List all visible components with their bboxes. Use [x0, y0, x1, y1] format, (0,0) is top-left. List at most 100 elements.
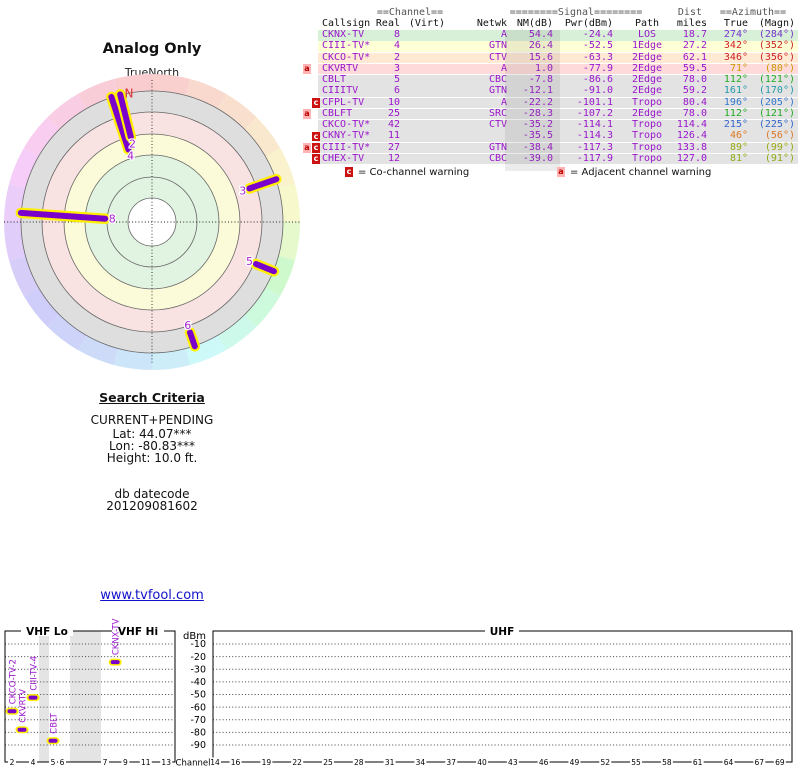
search-criteria-title: Search Criteria: [99, 390, 205, 405]
uhf-plot-box: [212, 630, 793, 763]
cell-az_true: 81°: [729, 152, 748, 164]
channel-tick-label: 19: [262, 758, 272, 767]
spectrum-chart: -10-20-30-40-50-60-70-80-90VHF Lo VHF Hi U…: [4, 618, 793, 768]
cell-netwk: SRC: [488, 107, 507, 119]
channel-tick-label: 16: [231, 758, 241, 767]
cell-pwr: -107.2: [576, 107, 613, 119]
station-label: CBLT: [50, 712, 60, 733]
channel-tick-label: 46: [539, 758, 549, 767]
channel-number-label: 8: [109, 213, 116, 226]
cell-pwr: -63.3: [582, 51, 613, 63]
station-label: CKVRTV: [19, 689, 29, 723]
channel-tick-label: 64: [724, 758, 734, 767]
channel-tick-label: 11: [141, 758, 151, 767]
dbm-tick-label: -50: [190, 690, 206, 701]
cell-real: 6: [393, 85, 400, 97]
channel-tick-label: 43: [508, 758, 518, 767]
channel-axis-label: Channel: [176, 759, 211, 768]
channel-number-label: 3: [239, 184, 246, 197]
cell-real: 2: [393, 51, 400, 63]
channel-tick-label: 58: [662, 758, 672, 767]
cell-netwk: GTN: [488, 85, 507, 97]
cell-az_magn: (352°): [758, 40, 795, 52]
cell-miles: 27.2: [682, 40, 707, 52]
cell-pwr: -114.1: [576, 119, 613, 130]
co-channel-warning-icon: c: [312, 143, 320, 153]
cell-az_magn: (56°): [764, 130, 795, 142]
cell-pwr: -101.1: [576, 96, 613, 108]
cell-pwr: -114.3: [576, 130, 613, 142]
channel-number-label: 2: [129, 137, 136, 150]
magnetic-north-label: N: [125, 87, 134, 101]
cell-miles: 127.0: [676, 152, 707, 164]
band-section-label: UHF: [490, 626, 515, 638]
channel-tick-label: 25: [323, 758, 333, 767]
signal-table: ==Channel== ========Signal======== Dist …: [300, 6, 800, 188]
cell-netwk: CBC: [488, 74, 507, 85]
cell-pwr: -117.9: [576, 152, 613, 164]
search-mode: CURRENT+PENDING: [90, 413, 214, 427]
station-marker: [7, 709, 17, 714]
cell-az_true: 89°: [729, 141, 748, 153]
radar-polar-plot: 8 42 3 5 6 N: [4, 74, 300, 370]
dbm-axis-label: dBm: [183, 631, 206, 642]
antenna-height-value: Height: 10.0 ft.: [106, 451, 198, 465]
cell-az_true: 342°: [723, 40, 748, 52]
channel-number-label: 5: [246, 255, 253, 268]
cell-az_magn: (284°): [758, 29, 795, 40]
station-marker: [48, 738, 58, 743]
dbm-tick-label: -40: [190, 677, 206, 688]
cell-az_magn: (99°): [764, 141, 795, 153]
cell-az_true: 196°: [723, 96, 748, 108]
channel-tick-label: 5: [51, 758, 56, 767]
cell-pwr: -52.5: [582, 40, 613, 52]
cell-az_magn: (80°): [764, 62, 795, 74]
cell-miles: 18.7: [682, 29, 707, 40]
cell-az_true: 274°: [723, 29, 748, 40]
cell-real: 4: [393, 40, 400, 52]
cell-netwk: CTV: [488, 51, 507, 63]
channel-tick-label: 7: [103, 758, 108, 767]
nm-column-shade: [505, 30, 560, 171]
cell-real: 27: [387, 141, 400, 153]
cell-pwr: -24.4: [582, 29, 613, 40]
cell-miles: 126.4: [676, 130, 707, 142]
fm-band-gap: [70, 631, 101, 762]
cell-az_magn: (225°): [758, 119, 795, 130]
tvfool-link[interactable]: www.tvfool.com: [27, 588, 277, 603]
channel-tick-label: 28: [354, 758, 364, 767]
radar-title: Analog Only: [102, 41, 202, 57]
band-section-label: VHF Hi: [118, 626, 158, 638]
channel-tick-label: 37: [446, 758, 456, 767]
channel-tick-label: 52: [600, 758, 610, 767]
cell-az_true: 46°: [729, 130, 748, 142]
channel-tick-label: 14: [210, 758, 220, 767]
co-channel-warning-icon: c: [345, 167, 353, 177]
cell-netwk: A: [500, 29, 507, 40]
channel-tick-label: 13: [161, 758, 171, 767]
dbm-tick-label: -80: [190, 728, 206, 739]
channel-tick-label: 40: [477, 758, 487, 767]
cell-netwk: GTN: [488, 40, 507, 52]
cell-az_true: 112°: [723, 74, 748, 85]
cell-pwr: -77.9: [582, 62, 613, 74]
station-marker: [17, 727, 27, 732]
station-label: CKNX-TV: [112, 618, 122, 655]
co-channel-warning-label: = Co-channel warning: [358, 167, 470, 178]
cell-netwk: CTV: [488, 119, 507, 130]
cell-real: 5: [393, 74, 400, 85]
cell-az_true: 71°: [729, 62, 748, 74]
cell-pwr: -86.6: [582, 74, 613, 85]
dbm-tick-label: -30: [190, 664, 206, 675]
dbm-tick-label: -60: [190, 702, 206, 713]
cell-miles: 59.5: [682, 62, 707, 74]
col-header-netwk: Netwk: [476, 18, 507, 29]
cell-real: 12: [387, 152, 400, 164]
co-channel-warning-icon: c: [312, 154, 320, 164]
channel-tick-label: 49: [570, 758, 580, 767]
channel-tick-label: 6: [60, 758, 65, 767]
adjacent-channel-warning-label: = Adjacent channel warning: [570, 167, 712, 178]
adjacent-channel-warning-icon: a: [303, 143, 311, 153]
adjacent-channel-warning-icon: a: [303, 64, 311, 74]
cell-az_magn: (205°): [758, 96, 795, 108]
